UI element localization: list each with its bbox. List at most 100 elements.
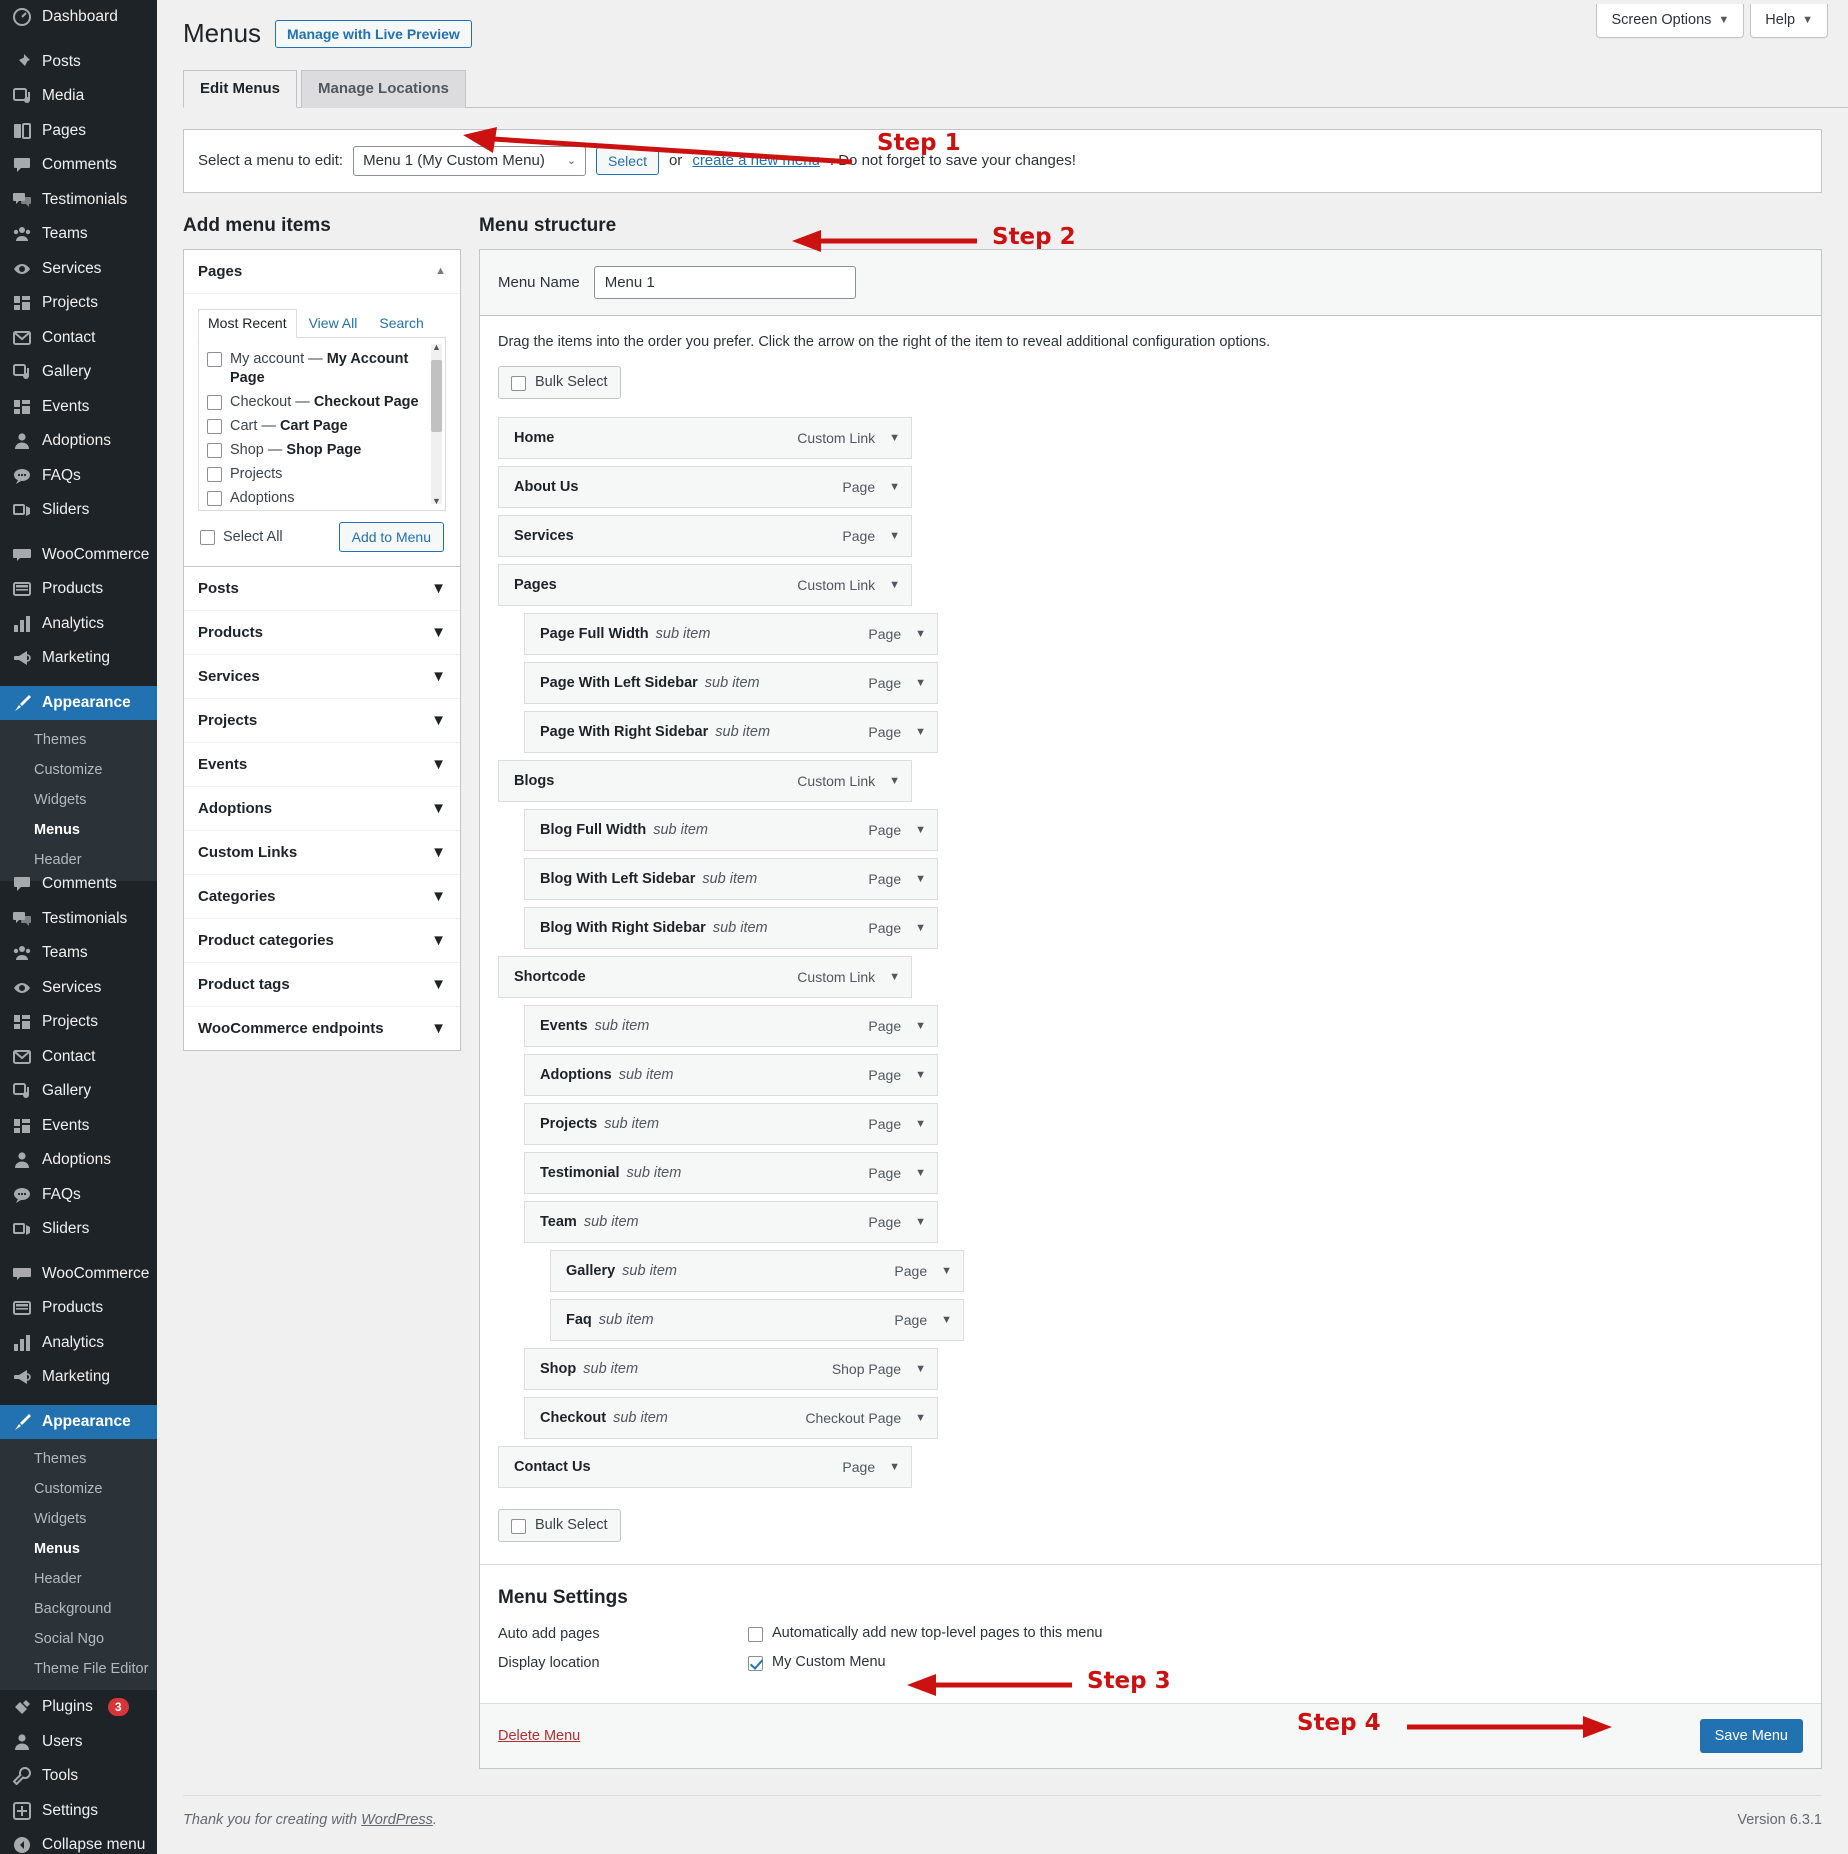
menu-item-row[interactable]: Testimonial sub item Page ▼ bbox=[524, 1151, 938, 1194]
menu-select-dropdown[interactable]: Menu 1 (My Custom Menu) ⌄ bbox=[353, 145, 587, 176]
sidebar-subitem-social-ngo[interactable]: Social Ngo bbox=[0, 1624, 157, 1654]
page-checkbox-row[interactable]: Adoptions bbox=[207, 487, 437, 510]
menu-item-row[interactable]: Shortcode Custom Link ▼ bbox=[498, 955, 912, 998]
accordion-categories[interactable]: Categories ▼ bbox=[184, 875, 460, 919]
sidebar-item-services[interactable]: Services bbox=[0, 971, 157, 1006]
chevron-down-icon[interactable]: ▼ bbox=[432, 496, 441, 506]
sidebar-item-projects[interactable]: Projects bbox=[0, 286, 157, 321]
page-checkbox-row[interactable]: Projects bbox=[207, 463, 437, 487]
chevron-down-icon[interactable]: ▼ bbox=[915, 1118, 926, 1130]
chevron-down-icon[interactable]: ▼ bbox=[889, 432, 900, 444]
sidebar-item-gallery[interactable]: Gallery bbox=[0, 355, 157, 390]
chevron-down-icon[interactable]: ▼ bbox=[941, 1314, 952, 1326]
page-checkbox-row[interactable]: Shop — Shop Page bbox=[207, 439, 437, 463]
sidebar-item-sliders[interactable]: Sliders bbox=[0, 1212, 157, 1247]
sidebar-item-appearance[interactable]: Appearance bbox=[0, 685, 157, 720]
page-checkbox-row[interactable]: Cart — Cart Page bbox=[207, 415, 437, 439]
sidebar-item-tools[interactable]: Tools bbox=[0, 1759, 157, 1794]
auto-add-pages-checkbox[interactable] bbox=[748, 1626, 763, 1642]
accordion-services[interactable]: Services ▼ bbox=[184, 655, 460, 699]
chevron-down-icon[interactable]: ▼ bbox=[915, 1167, 926, 1179]
accordion-events[interactable]: Events ▼ bbox=[184, 743, 460, 787]
bulk-select-top[interactable]: Bulk Select bbox=[498, 365, 621, 399]
sidebar-item-faqs[interactable]: FAQs bbox=[0, 1178, 157, 1213]
select-all-row[interactable]: Select All bbox=[200, 528, 283, 546]
menu-item-row[interactable]: Page Full Width sub item Page ▼ bbox=[524, 612, 938, 655]
sidebar-item-appearance[interactable]: Appearance bbox=[0, 1404, 157, 1439]
sidebar-subitem-widgets[interactable]: Widgets bbox=[0, 1504, 157, 1534]
sidebar-item-analytics[interactable]: Analytics bbox=[0, 1326, 157, 1361]
accordion-products[interactable]: Products ▼ bbox=[184, 611, 460, 655]
accordion-product-categories[interactable]: Product categories ▼ bbox=[184, 919, 460, 963]
chevron-down-icon[interactable]: ▼ bbox=[915, 1412, 926, 1424]
chevron-down-icon[interactable]: ▼ bbox=[915, 726, 926, 738]
page-checkbox[interactable] bbox=[207, 394, 222, 410]
menu-name-input[interactable] bbox=[593, 265, 856, 299]
accordion-projects[interactable]: Projects ▼ bbox=[184, 699, 460, 743]
delete-menu-link[interactable]: Delete Menu bbox=[498, 1728, 580, 1744]
menu-item-row[interactable]: Pages Custom Link ▼ bbox=[498, 563, 912, 606]
sidebar-subitem-background[interactable]: Background bbox=[0, 1594, 157, 1624]
menu-item-row[interactable]: Blogs Custom Link ▼ bbox=[498, 759, 912, 802]
sidebar-item-events[interactable]: Events bbox=[0, 390, 157, 425]
menu-item-row[interactable]: Events sub item Page ▼ bbox=[524, 1004, 938, 1047]
sidebar-item-teams[interactable]: Teams bbox=[0, 217, 157, 252]
menu-item-row[interactable]: Contact Us Page ▼ bbox=[498, 1445, 912, 1488]
sidebar-item-products[interactable]: Products bbox=[0, 572, 157, 607]
menu-item-row[interactable]: About Us Page ▼ bbox=[498, 465, 912, 508]
sidebar-item-comments[interactable]: Comments bbox=[0, 148, 157, 183]
sidebar-item-contact[interactable]: Contact bbox=[0, 1040, 157, 1075]
sidebar-item-analytics[interactable]: Analytics bbox=[0, 607, 157, 642]
menu-item-row[interactable]: Blog Full Width sub item Page ▼ bbox=[524, 808, 938, 851]
accordion-posts[interactable]: Posts ▼ bbox=[184, 567, 460, 611]
sidebar-subitem-customize[interactable]: Customize bbox=[0, 1474, 157, 1504]
sidebar-item-projects[interactable]: Projects bbox=[0, 1005, 157, 1040]
menu-item-row[interactable]: Gallery sub item Page ▼ bbox=[550, 1249, 964, 1292]
sidebar-subitem-customize[interactable]: Customize bbox=[0, 755, 157, 785]
sidebar-item-gallery[interactable]: Gallery bbox=[0, 1074, 157, 1109]
accordion-woocommerce-endpoints[interactable]: WooCommerce endpoints ▼ bbox=[184, 1007, 460, 1050]
sidebar-subitem-themes[interactable]: Themes bbox=[0, 725, 157, 755]
menu-item-row[interactable]: Checkout sub item Checkout Page ▼ bbox=[524, 1396, 938, 1439]
sidebar-item-testimonials[interactable]: Testimonials bbox=[0, 902, 157, 937]
sidebar-item-services[interactable]: Services bbox=[0, 252, 157, 287]
manage-live-preview-button[interactable]: Manage with Live Preview bbox=[275, 19, 472, 48]
chevron-down-icon[interactable]: ▼ bbox=[915, 628, 926, 640]
sidebar-item-contact[interactable]: Contact bbox=[0, 321, 157, 356]
pages-tab-search[interactable]: Search bbox=[369, 309, 433, 338]
menu-item-row[interactable]: Faq sub item Page ▼ bbox=[550, 1298, 964, 1341]
sidebar-item-faqs[interactable]: FAQs bbox=[0, 459, 157, 494]
display-location-control[interactable]: My Custom Menu bbox=[748, 1654, 886, 1671]
bulk-select-checkbox[interactable] bbox=[511, 1518, 526, 1534]
sidebar-subitem-header[interactable]: Header bbox=[0, 1564, 157, 1594]
save-menu-button[interactable]: Save Menu bbox=[1699, 1718, 1803, 1753]
wordpress-link[interactable]: WordPress bbox=[361, 1812, 433, 1828]
accordion-product-tags[interactable]: Product tags ▼ bbox=[184, 963, 460, 1007]
chevron-down-icon[interactable]: ▼ bbox=[889, 775, 900, 787]
sidebar-item-marketing[interactable]: Marketing bbox=[0, 1360, 157, 1395]
menu-item-row[interactable]: Blog With Right Sidebar sub item Page ▼ bbox=[524, 906, 938, 949]
menu-item-row[interactable]: Page With Right Sidebar sub item Page ▼ bbox=[524, 710, 938, 753]
sidebar-item-settings[interactable]: Settings bbox=[0, 1794, 157, 1829]
page-checkbox[interactable] bbox=[207, 490, 222, 506]
chevron-down-icon[interactable]: ▼ bbox=[941, 1265, 952, 1277]
page-checkbox-row[interactable]: My account — My Account Page bbox=[207, 348, 437, 391]
chevron-down-icon[interactable]: ▼ bbox=[915, 1020, 926, 1032]
sidebar-item-users[interactable]: Users bbox=[0, 1725, 157, 1760]
menu-item-row[interactable]: Projects sub item Page ▼ bbox=[524, 1102, 938, 1145]
chevron-down-icon[interactable]: ▼ bbox=[915, 1216, 926, 1228]
chevron-down-icon[interactable]: ▼ bbox=[889, 530, 900, 542]
help-button[interactable]: Help ▼ bbox=[1750, 4, 1828, 38]
display-location-checkbox[interactable] bbox=[748, 1655, 763, 1671]
sidebar-item-testimonials[interactable]: Testimonials bbox=[0, 183, 157, 218]
sidebar-item-sliders[interactable]: Sliders bbox=[0, 493, 157, 528]
sidebar-item-pages[interactable]: Pages bbox=[0, 114, 157, 149]
sidebar-item-events[interactable]: Events bbox=[0, 1109, 157, 1144]
menu-item-row[interactable]: Services Page ▼ bbox=[498, 514, 912, 557]
sidebar-subitem-theme-file-editor[interactable]: Theme File Editor bbox=[0, 1654, 157, 1684]
sidebar-item-marketing[interactable]: Marketing bbox=[0, 641, 157, 676]
chevron-down-icon[interactable]: ▼ bbox=[915, 1363, 926, 1375]
page-checkbox[interactable] bbox=[207, 418, 222, 434]
auto-add-pages-control[interactable]: Automatically add new top-level pages to… bbox=[748, 1625, 1102, 1642]
accordion-adoptions[interactable]: Adoptions ▼ bbox=[184, 787, 460, 831]
